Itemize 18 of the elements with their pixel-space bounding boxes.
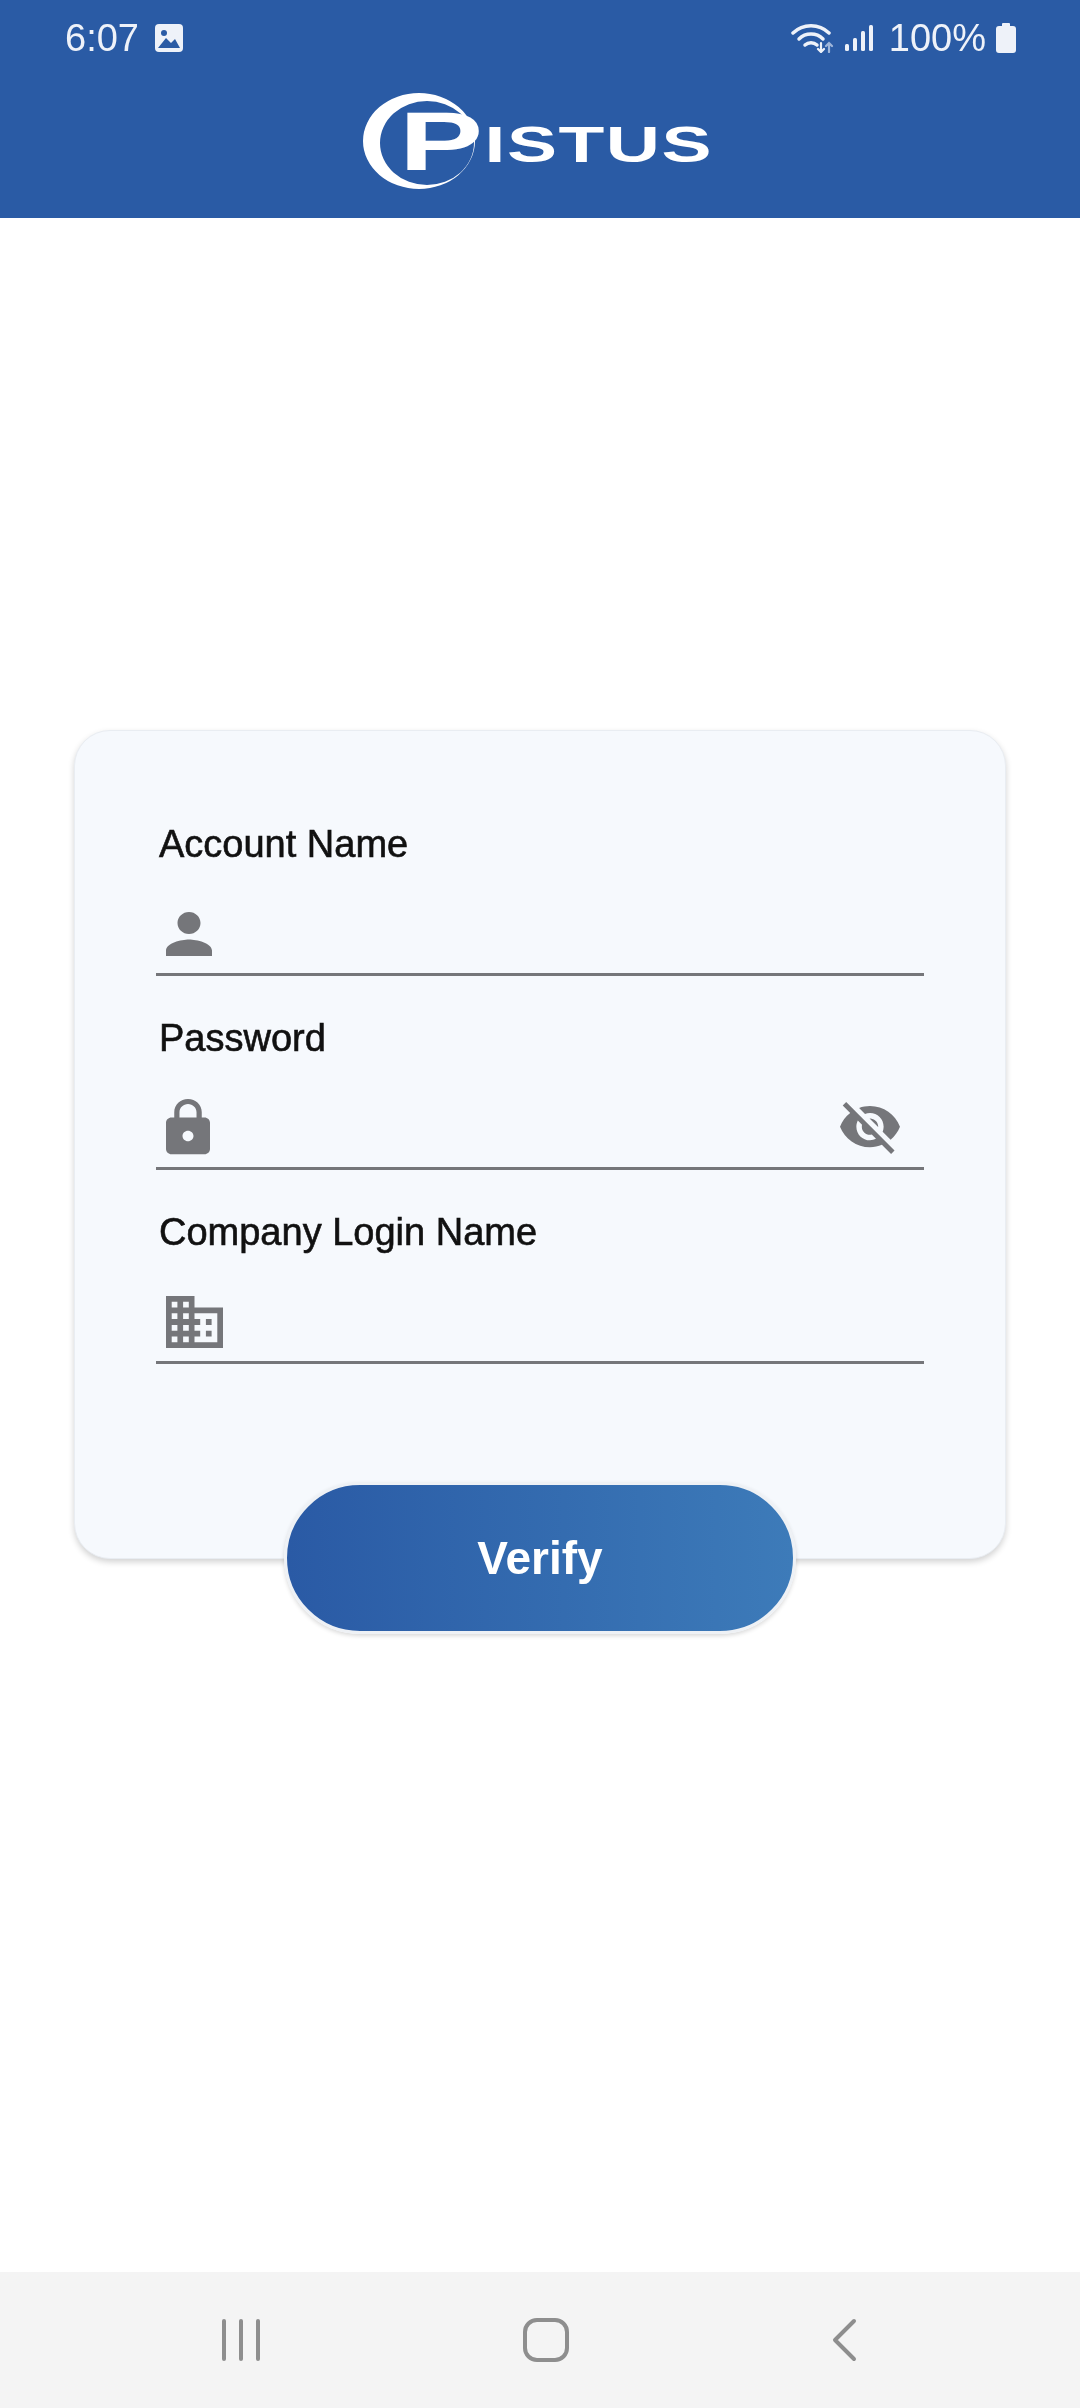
signal-icon — [844, 25, 873, 51]
building-icon — [166, 1295, 223, 1348]
field-label: Password — [158, 1016, 326, 1060]
wifi-icon — [790, 23, 835, 53]
image-notification-icon — [154, 24, 183, 52]
verify-button[interactable]: Verify — [284, 1482, 796, 1634]
field-label: Account Name — [158, 822, 409, 866]
home-icon[interactable] — [523, 2318, 569, 2362]
recent-apps-icon[interactable] — [221, 2318, 261, 2362]
status-time: 6:07 — [65, 19, 139, 57]
battery-level: 100% — [888, 19, 986, 57]
battery-icon — [996, 23, 1016, 53]
person-icon — [166, 911, 212, 956]
logo: PISTUS — [363, 93, 717, 189]
back-icon[interactable] — [831, 2318, 857, 2362]
lock-icon — [166, 1098, 210, 1157]
field-label: Company Login Name — [158, 1210, 538, 1254]
eye-off-icon[interactable] — [840, 1101, 900, 1154]
